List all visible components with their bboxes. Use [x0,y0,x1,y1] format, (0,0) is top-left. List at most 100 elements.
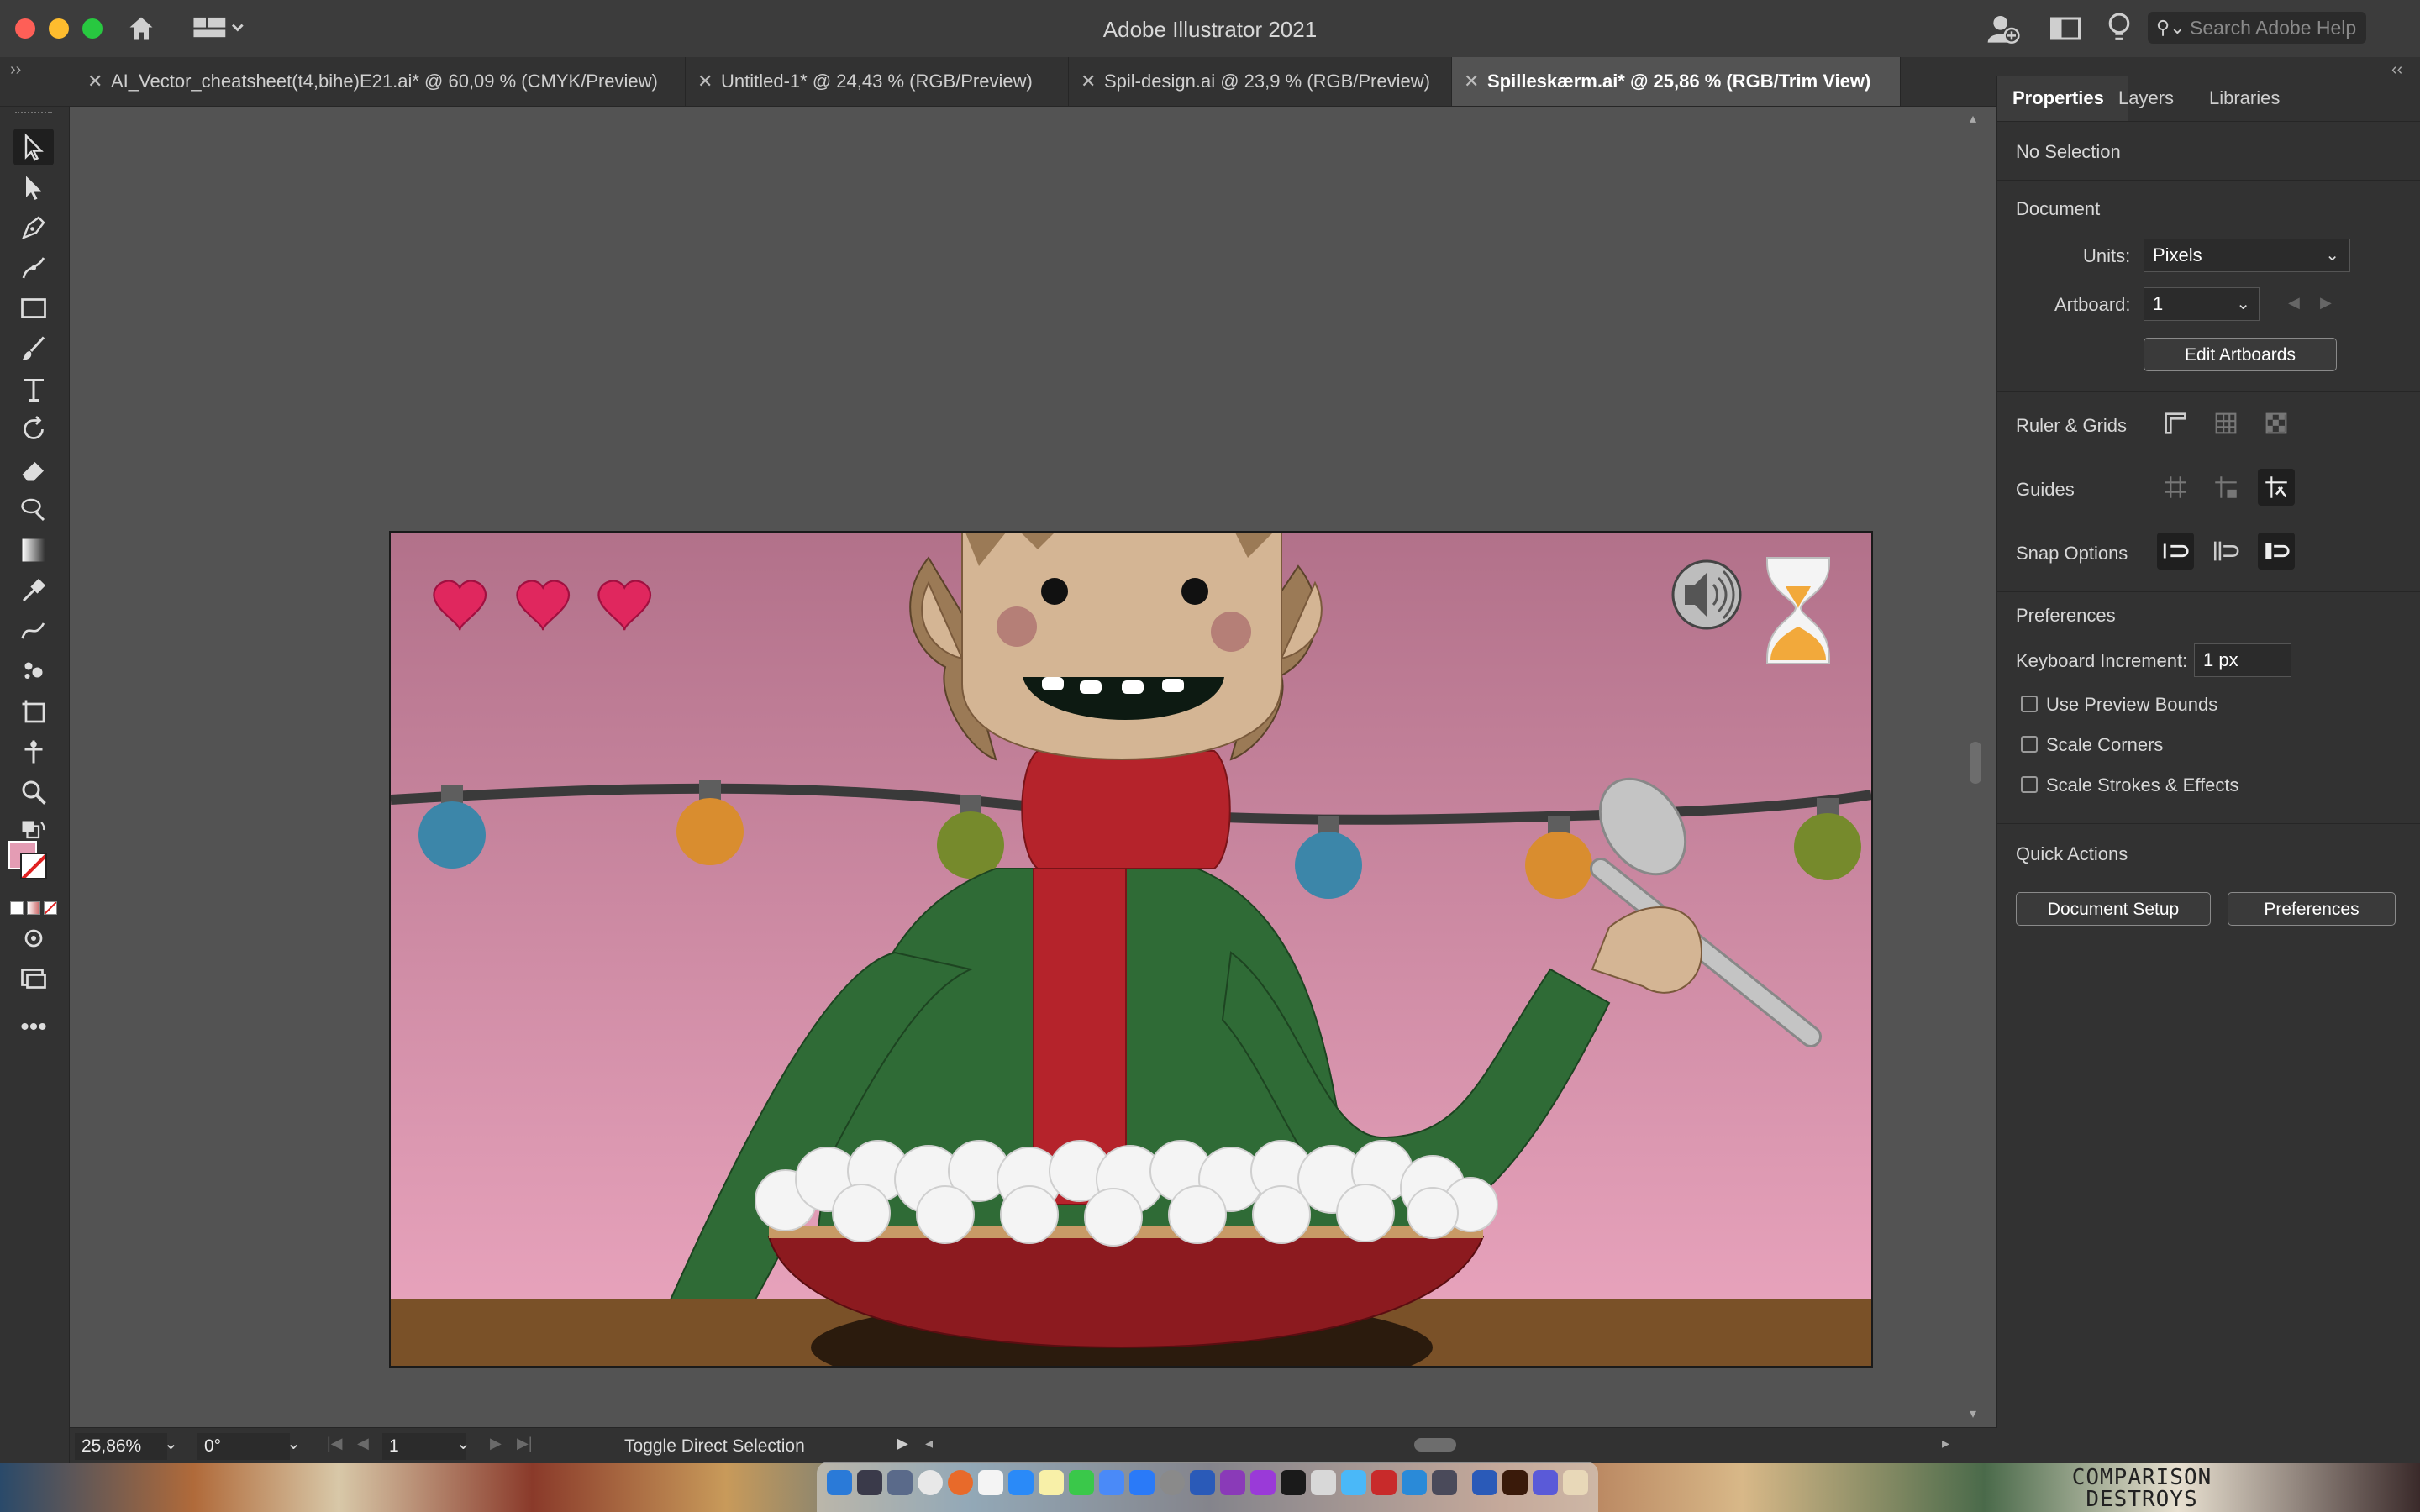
discover-lightbulb-icon[interactable] [2106,12,2133,45]
filezilla-icon[interactable] [1371,1470,1397,1495]
vertical-scroll-thumb[interactable] [1970,742,1981,784]
status-tool-hint[interactable]: Toggle Direct Selection [624,1436,805,1457]
notes-icon[interactable] [1039,1470,1064,1495]
previous-artboard-icon[interactable]: ◀ [357,1435,369,1452]
eraser-tool-icon[interactable] [13,451,54,488]
close-tab-icon[interactable]: ✕ [1081,57,1096,106]
tab-ai-vector-cheatsheet[interactable]: ✕ AI_Vector_cheatsheet(t4,bihe)E21.ai* @… [76,57,686,106]
color-mode-buttons[interactable] [10,901,59,915]
chrome-icon[interactable] [918,1470,943,1495]
pen-tool-icon[interactable] [13,209,54,246]
tab-layers[interactable]: Layers [2103,76,2189,121]
artboard-number-field[interactable]: 1 [382,1433,466,1460]
artboard-tool-icon[interactable] [13,693,54,730]
show-guides-icon[interactable] [2157,469,2194,506]
lock-guides-icon[interactable] [2207,469,2244,506]
toolbar-grip[interactable] [15,112,52,117]
game-screen-artwork[interactable] [391,533,1871,1366]
account-icon[interactable] [1986,12,2020,45]
rotate-tool-icon[interactable] [13,411,54,448]
artboard-select[interactable]: 1 ⌄ [2144,287,2260,321]
close-tab-icon[interactable]: ✕ [1464,57,1479,106]
screen-mode-icon[interactable] [13,960,54,997]
tab-spil-design[interactable]: ✕ Spil-design.ai @ 23,9 % (RGB/Preview) [1069,57,1452,106]
smart-guides-icon[interactable] [2258,469,2295,506]
canvas-area[interactable] [70,107,1972,1427]
facetime-icon[interactable] [1069,1470,1094,1495]
preferences-button[interactable]: Preferences [2228,892,2396,926]
teams-icon[interactable] [1533,1470,1558,1495]
last-artboard-icon[interactable]: ▶| [517,1435,533,1452]
close-tab-icon[interactable]: ✕ [697,57,713,106]
zoom-app-icon[interactable] [1008,1470,1034,1495]
onenote-icon[interactable] [1220,1470,1245,1495]
paintbrush-tool-icon[interactable] [13,330,54,367]
tab-spilleskaerm[interactable]: ✕ Spilleskærm.ai* @ 25,86 % (RGB/Trim Vi… [1452,57,1901,106]
scroll-left-arrow-icon[interactable]: ◂ [925,1435,933,1452]
search-help-input[interactable]: ⚲⌄ Search Adobe Help [2148,12,2366,44]
transparency-grid-icon[interactable] [2258,405,2295,442]
system-preferences-icon[interactable] [1160,1470,1185,1495]
selection-tool-icon[interactable] [13,129,54,165]
shape-builder-tool-icon[interactable] [13,491,54,528]
word-icon[interactable] [1472,1470,1497,1495]
rotation-field[interactable]: 0° [197,1433,290,1460]
preview-icon[interactable] [1432,1470,1457,1495]
puppet-warp-tool-icon[interactable] [13,733,54,770]
zoom-tool-icon[interactable] [13,774,54,811]
first-artboard-icon[interactable]: |◀ [327,1435,343,1452]
artboard-game-screen[interactable] [389,531,1873,1368]
app-store-icon[interactable] [1129,1470,1155,1495]
blend-tool-icon[interactable] [13,612,54,649]
horizontal-scroll-thumb[interactable] [1414,1438,1456,1452]
illustrator-icon[interactable] [1502,1470,1528,1495]
zoom-dropdown-icon[interactable]: ⌄ [164,1433,178,1454]
scroll-down-arrow-icon[interactable]: ▾ [1970,1405,1976,1422]
next-artboard-icon[interactable]: ▶ [2320,294,2332,312]
curvature-tool-icon[interactable] [13,249,54,286]
scale-strokes-checkbox[interactable] [2021,776,2038,793]
symbol-sprayer-tool-icon[interactable] [13,653,54,690]
tab-untitled-1[interactable]: ✕ Untitled-1* @ 24,43 % (RGB/Preview) [686,57,1069,106]
scale-corners-checkbox[interactable] [2021,736,2038,753]
artboard-dropdown-icon[interactable]: ⌄ [456,1433,471,1454]
fill-stroke-swatches[interactable] [8,841,47,879]
snap-to-point-icon[interactable] [2157,533,2194,570]
drawing-modes-icon[interactable] [13,920,54,957]
messages-icon[interactable] [1099,1470,1124,1495]
scroll-right-arrow-icon[interactable]: ▸ [1942,1435,1949,1452]
rulers-icon[interactable] [2157,405,2194,442]
downloads-folder-icon[interactable] [1563,1470,1588,1495]
launchpad-icon[interactable] [887,1470,913,1495]
photos-icon[interactable] [1311,1470,1336,1495]
eyedropper-tool-icon[interactable] [13,572,54,609]
snap-to-glyph-icon[interactable] [2207,533,2244,570]
vscode-icon[interactable] [1402,1470,1427,1495]
document-setup-button[interactable]: Document Setup [2016,892,2211,926]
vertical-scrollbar[interactable]: ▴ ▾ [1968,107,1985,1427]
snap-to-pixel-icon[interactable] [2258,533,2295,570]
firefox-icon[interactable] [948,1470,973,1495]
grid-icon[interactable] [2207,405,2244,442]
podcasts-icon[interactable] [1250,1470,1276,1495]
previous-artboard-icon[interactable]: ◀ [2288,294,2300,312]
siri-icon[interactable] [857,1470,882,1495]
use-preview-bounds-checkbox[interactable] [2021,696,2038,712]
apple-tv-icon[interactable] [1281,1470,1306,1495]
units-dropdown[interactable]: Pixels ⌄ [2144,239,2350,272]
type-tool-icon[interactable] [13,370,54,407]
close-tab-icon[interactable]: ✕ [87,57,103,106]
status-menu-arrow-icon[interactable]: ▶ [897,1435,908,1452]
rotation-dropdown-icon[interactable]: ⌄ [287,1433,301,1454]
zoom-level-field[interactable]: 25,86% [75,1433,167,1460]
calendar-icon[interactable] [978,1470,1003,1495]
direct-selection-tool-icon[interactable] [13,169,54,206]
safari-icon[interactable] [1341,1470,1366,1495]
stroke-swatch[interactable] [20,853,47,879]
gradient-tool-icon[interactable] [13,532,54,569]
rectangle-tool-icon[interactable] [13,290,54,327]
next-artboard-icon[interactable]: ▶ [490,1435,502,1452]
arrange-documents-icon[interactable] [2050,15,2081,42]
finder-icon[interactable] [827,1470,852,1495]
scroll-up-arrow-icon[interactable]: ▴ [1970,110,1976,127]
